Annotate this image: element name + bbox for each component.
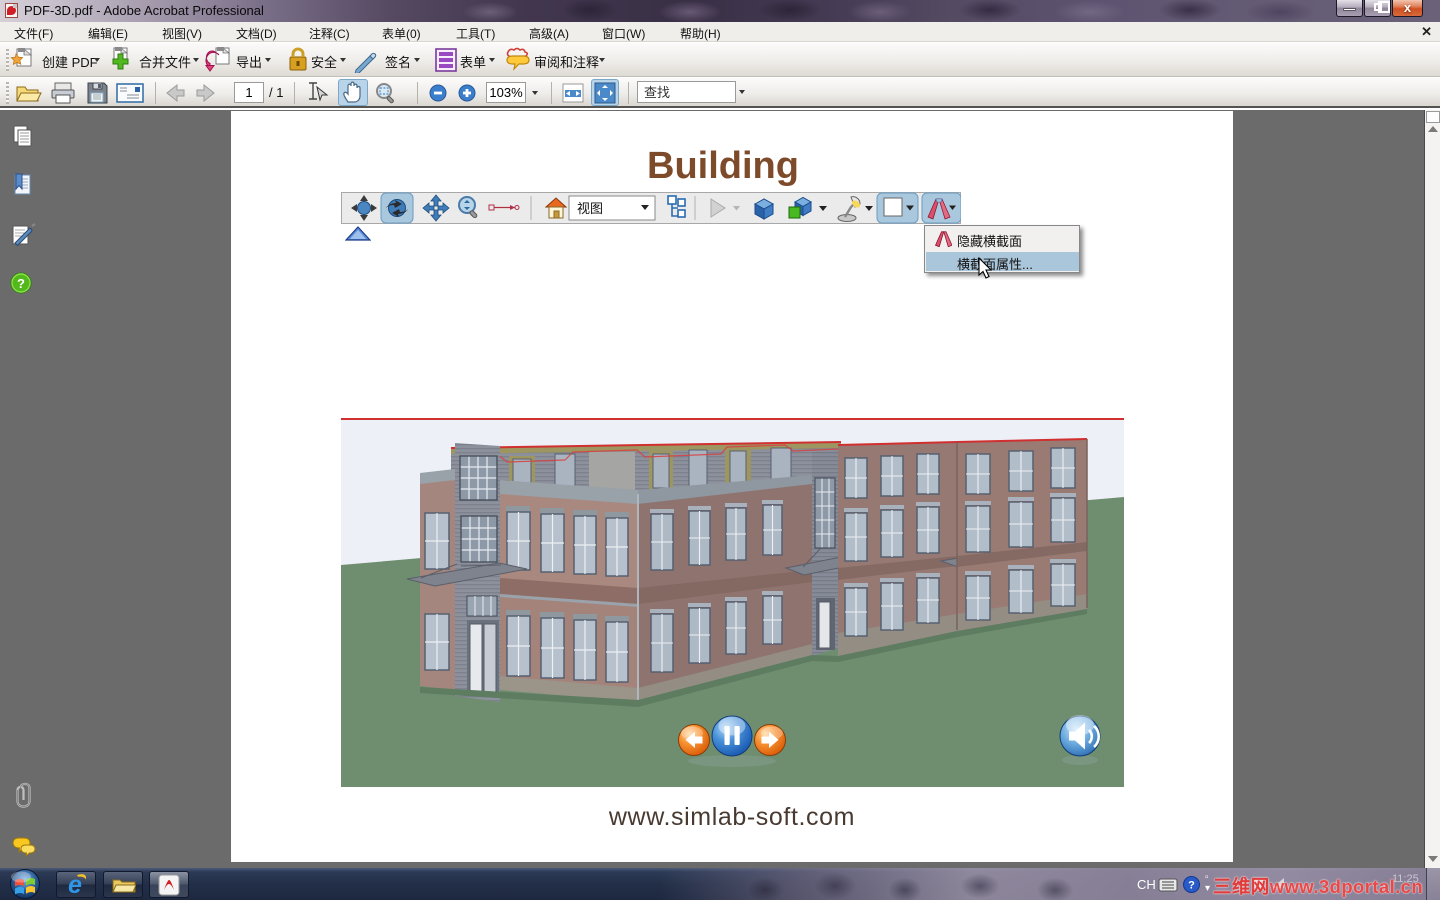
- svg-text:?: ?: [17, 276, 25, 291]
- svg-text:?: ?: [1188, 880, 1195, 892]
- svg-text:视图: 视图: [577, 201, 603, 216]
